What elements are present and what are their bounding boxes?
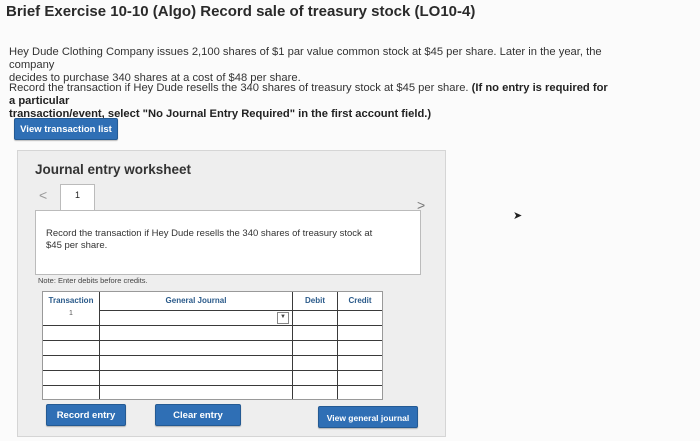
- description-line-1: Record the transaction if Hey Dude resel…: [46, 228, 373, 239]
- debit-credit-note: Note: Enter debits before credits.: [38, 276, 148, 285]
- account-dropdown-icon[interactable]: ▼: [277, 312, 289, 324]
- credit-input[interactable]: [338, 386, 382, 399]
- column-header-debit: Debit: [305, 296, 325, 305]
- transaction-description-box: Record the transaction if Hey Dude resel…: [35, 210, 421, 275]
- debit-input[interactable]: [293, 310, 337, 324]
- column-header-general-journal: General Journal: [165, 296, 227, 305]
- journal-entry-worksheet: Journal entry worksheet < 1 > Record the…: [17, 150, 446, 437]
- view-general-journal-button[interactable]: View general journal: [318, 406, 418, 428]
- account-select[interactable]: [100, 341, 292, 354]
- view-transaction-list-button[interactable]: View transaction list: [14, 118, 118, 140]
- description-line-2: $45 per share.: [46, 240, 108, 251]
- debit-input[interactable]: [293, 326, 337, 339]
- clear-entry-button[interactable]: Clear entry: [155, 404, 241, 426]
- table-row: [43, 326, 382, 339]
- debit-input[interactable]: [293, 356, 337, 369]
- row-transaction-number: 1: [69, 310, 73, 317]
- instruction-text: Record the transaction if Hey Dude resel…: [9, 82, 469, 94]
- problem-intro: Hey Dude Clothing Company issues 2,100 s…: [9, 46, 609, 85]
- credit-input[interactable]: [338, 310, 382, 324]
- credit-input[interactable]: [338, 356, 382, 369]
- table-row: [43, 341, 382, 354]
- page-title: Brief Exercise 10-10 (Algo) Record sale …: [6, 3, 476, 20]
- account-select[interactable]: [100, 356, 292, 369]
- intro-line-1: Hey Dude Clothing Company issues 2,100 s…: [9, 46, 602, 71]
- account-select[interactable]: [100, 386, 292, 399]
- account-select[interactable]: [100, 310, 292, 324]
- column-header-transaction: Transaction: [48, 296, 94, 305]
- column-header-credit: Credit: [348, 296, 372, 305]
- debit-input[interactable]: [293, 341, 337, 354]
- worksheet-title: Journal entry worksheet: [35, 162, 192, 177]
- table-row: [43, 386, 382, 399]
- tab-transaction-1[interactable]: 1: [60, 184, 95, 211]
- transaction-description: Record the transaction if Hey Dude resel…: [46, 228, 386, 252]
- account-select[interactable]: [100, 326, 292, 339]
- credit-input[interactable]: [338, 371, 382, 384]
- table-row: [43, 356, 382, 369]
- prev-arrow-icon[interactable]: <: [39, 187, 47, 203]
- table-row: 1 ▼: [43, 310, 382, 324]
- debit-input[interactable]: [293, 371, 337, 384]
- journal-table: Transaction General Journal Debit Credit…: [42, 291, 383, 400]
- record-entry-button[interactable]: Record entry: [46, 404, 126, 426]
- mouse-pointer-icon: ➤: [513, 210, 523, 222]
- table-row: [43, 371, 382, 384]
- credit-input[interactable]: [338, 341, 382, 354]
- credit-input[interactable]: [338, 326, 382, 339]
- debit-input[interactable]: [293, 386, 337, 399]
- account-select[interactable]: [100, 371, 292, 384]
- problem-instruction: Record the transaction if Hey Dude resel…: [9, 82, 609, 121]
